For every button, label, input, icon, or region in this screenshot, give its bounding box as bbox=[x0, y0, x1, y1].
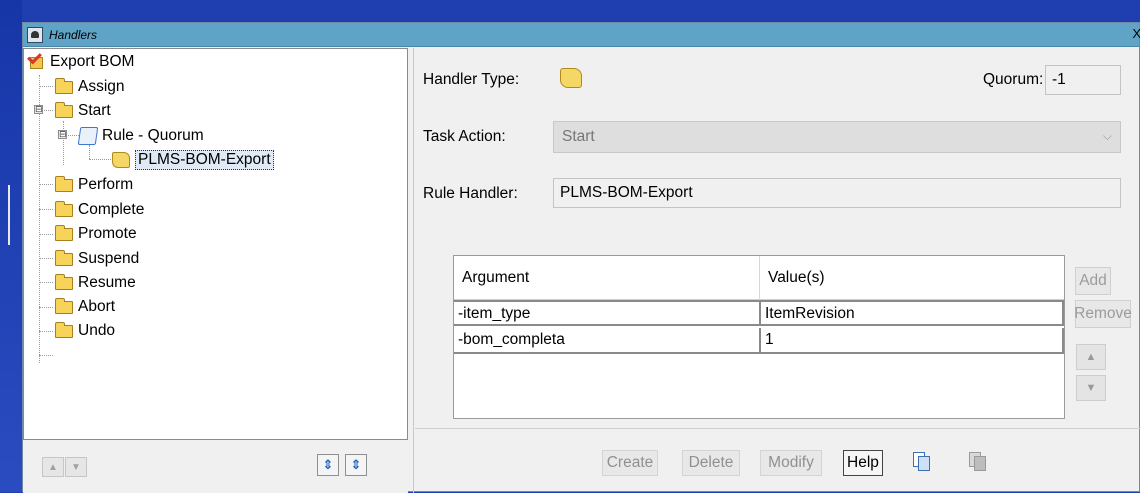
title-bar[interactable]: Handlers X bbox=[23, 23, 1140, 47]
tree-item-start[interactable]: Start bbox=[55, 100, 111, 122]
argument-cell[interactable]: -bom_completa bbox=[454, 328, 759, 352]
workflow-task-icon bbox=[27, 49, 46, 71]
app-icon bbox=[27, 26, 43, 43]
move-up-button[interactable]: ▲ bbox=[42, 457, 64, 477]
folder-icon bbox=[55, 175, 73, 192]
create-button[interactable]: Create bbox=[602, 450, 658, 476]
move-argument-up-button[interactable]: ▲ bbox=[1076, 344, 1106, 370]
arrow-up-icon: ▲ bbox=[1085, 351, 1097, 363]
move-down-button[interactable]: ▼ bbox=[65, 457, 87, 477]
tree-item-plms-bom-export[interactable]: PLMS-BOM-Export bbox=[112, 149, 274, 171]
collapse-icon: ⇕ bbox=[350, 457, 362, 472]
delete-button[interactable]: Delete bbox=[682, 450, 740, 476]
folder-icon bbox=[55, 200, 73, 217]
rule-icon bbox=[77, 127, 99, 145]
arrow-down-icon: ▼ bbox=[71, 461, 81, 473]
rule-handler-field[interactable]: PLMS-BOM-Export bbox=[553, 178, 1121, 208]
folder-icon bbox=[55, 77, 73, 94]
move-argument-down-button[interactable]: ▼ bbox=[1076, 375, 1106, 401]
table-header: Argument Value(s) bbox=[454, 256, 1064, 300]
copy-button[interactable] bbox=[911, 450, 933, 474]
column-header-values[interactable]: Value(s) bbox=[760, 256, 1060, 300]
tree-item-resume[interactable]: Resume bbox=[55, 272, 136, 294]
task-action-label: Task Action: bbox=[423, 128, 506, 145]
tree-item-complete[interactable]: Complete bbox=[55, 199, 144, 221]
handler-tree[interactable]: ⊟ ⊟ Export BOM Assign Start Rule - Quoru… bbox=[23, 48, 408, 440]
folder-icon bbox=[55, 321, 73, 338]
argument-cell[interactable]: -item_type bbox=[454, 302, 759, 326]
table-row[interactable]: -item_type ItemRevision bbox=[454, 300, 1064, 326]
handlers-dialog: Handlers X ⊟ ⊟ Export BOM Assign Start R… bbox=[22, 22, 1140, 493]
folder-icon bbox=[55, 249, 73, 266]
panel-divider[interactable] bbox=[413, 48, 414, 493]
close-button[interactable]: X bbox=[1132, 26, 1140, 41]
handler-details-panel: Handler Type: Quorum: -1 Task Action: St… bbox=[415, 48, 1140, 493]
tree-item-suspend[interactable]: Suspend bbox=[55, 248, 139, 270]
remove-argument-button[interactable]: Remove bbox=[1074, 300, 1132, 328]
arrow-up-icon: ▲ bbox=[48, 461, 58, 473]
tree-item-abort[interactable]: Abort bbox=[55, 296, 115, 318]
table-row[interactable]: -bom_completa 1 bbox=[454, 328, 1064, 354]
start-collapse-toggle[interactable]: ⊟ bbox=[34, 105, 43, 114]
add-argument-button[interactable]: Add bbox=[1075, 267, 1111, 295]
chevron-down-icon: ⌵ bbox=[1102, 129, 1112, 143]
background-desktop bbox=[0, 0, 22, 492]
tree-item-rule-quorum[interactable]: Rule - Quorum bbox=[77, 125, 204, 147]
rule-handler-label: Rule Handler: bbox=[423, 185, 518, 202]
folder-icon bbox=[55, 273, 73, 290]
window-title: Handlers bbox=[49, 27, 98, 42]
task-action-select[interactable]: Start ⌵ bbox=[553, 121, 1121, 153]
handler-type-scroll-icon bbox=[560, 68, 582, 88]
tree-item-assign[interactable]: Assign bbox=[55, 76, 125, 98]
tree-toolbar: ▲ ▼ ⇕ ⇕ bbox=[23, 441, 408, 493]
bottom-separator bbox=[415, 428, 1140, 429]
expand-icon: ⇕ bbox=[322, 457, 334, 472]
quorum-field[interactable]: -1 bbox=[1045, 65, 1121, 95]
tree-item-perform[interactable]: Perform bbox=[55, 174, 133, 196]
column-header-argument[interactable]: Argument bbox=[454, 256, 759, 300]
modify-button[interactable]: Modify bbox=[760, 450, 822, 476]
tree-item-promote[interactable]: Promote bbox=[55, 223, 137, 245]
value-cell[interactable]: ItemRevision bbox=[761, 302, 1061, 326]
tree-root-export-bom[interactable]: Export BOM bbox=[27, 49, 134, 73]
folder-icon bbox=[55, 224, 73, 241]
folder-icon bbox=[55, 297, 73, 314]
collapse-all-button[interactable]: ⇕ bbox=[345, 454, 367, 476]
handler-type-label: Handler Type: bbox=[423, 71, 520, 88]
help-button[interactable]: Help bbox=[843, 450, 883, 476]
rule-collapse-toggle[interactable]: ⊟ bbox=[58, 130, 67, 139]
folder-open-icon bbox=[55, 101, 73, 118]
handler-scroll-icon bbox=[112, 152, 130, 168]
paste-button[interactable] bbox=[967, 450, 989, 474]
value-cell[interactable]: 1 bbox=[761, 328, 1061, 352]
tree-item-undo[interactable]: Undo bbox=[55, 320, 115, 342]
quorum-label: Quorum: bbox=[983, 71, 1044, 88]
arguments-table[interactable]: Argument Value(s) -item_type ItemRevisio… bbox=[453, 255, 1065, 419]
arrow-down-icon: ▼ bbox=[1085, 382, 1097, 394]
expand-all-button[interactable]: ⇕ bbox=[317, 454, 339, 476]
